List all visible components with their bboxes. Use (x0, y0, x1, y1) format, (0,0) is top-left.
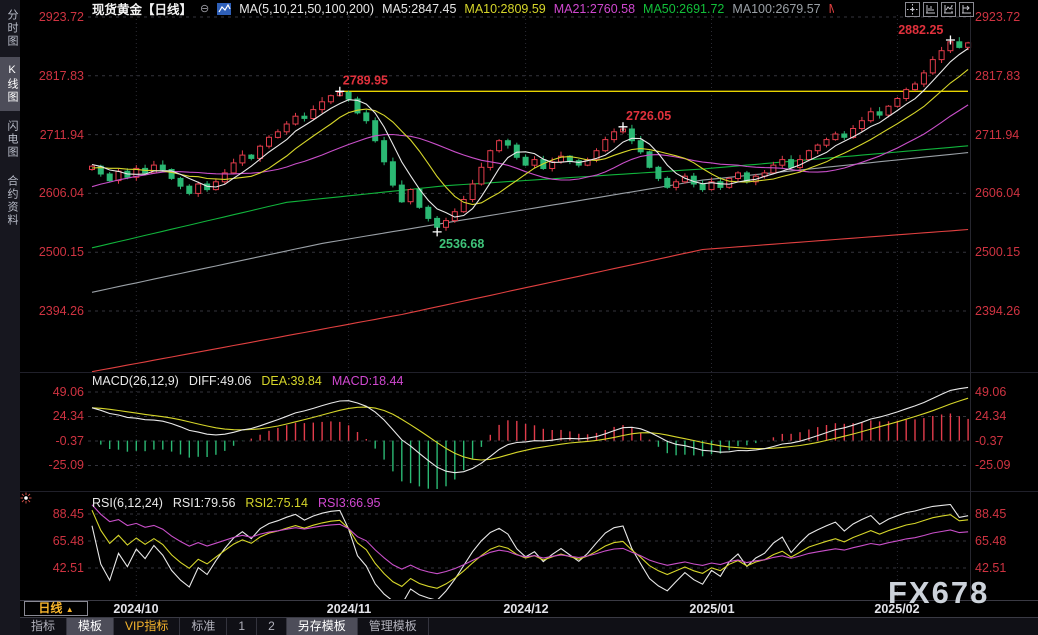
macd-tick-right: -25.09 (975, 458, 1010, 472)
ma-values: MA5:2847.45 MA10:2809.59 MA21:2760.58 MA50:… (382, 2, 834, 16)
ma-legend-value-4: MA50:2691.72 (643, 2, 724, 16)
divider (20, 372, 1038, 373)
macd-tick-left: 49.06 (22, 385, 84, 399)
sidebar-tab-2[interactable]: K线图 (0, 57, 20, 111)
macd-tick-left: -0.37 (22, 434, 84, 448)
price-tick-right: 2817.83 (975, 69, 1020, 83)
watermark: FX678 (888, 575, 989, 611)
toolbar-tab-8[interactable]: 管理模板 (358, 618, 429, 635)
price-tick-left: 2394.26 (22, 304, 84, 318)
chart-header: 现货黄金【日线】 ⊖ MA(5,10,21,50,100,200) MA5:28… (92, 1, 834, 16)
rsi-tick-right: 65.48 (975, 534, 1006, 548)
price-annotation: 2726.05 (626, 109, 671, 123)
price-tick-right: 2500.15 (975, 245, 1020, 259)
divider (20, 491, 1038, 492)
indicator-settings-icon[interactable] (20, 491, 32, 509)
rsi2-value: RSI2:75.14 (245, 496, 308, 510)
xaxis-month-label: 2025/01 (689, 602, 734, 616)
period-selector[interactable]: 日线 ▲ (24, 601, 88, 616)
ma-legend-value-6: MA (829, 2, 834, 16)
price-annotation: 2536.68 (439, 237, 484, 251)
price-tick-right: 2923.72 (975, 10, 1020, 24)
xaxis-month-label: 2024/12 (503, 602, 548, 616)
price-tick-left: 2817.83 (22, 69, 84, 83)
rsi1-value: RSI1:79.56 (173, 496, 236, 510)
axis-left-icon[interactable] (923, 2, 938, 17)
axis-both-icon[interactable] (941, 2, 956, 17)
xaxis-month-label: 2024/11 (327, 602, 372, 616)
pan-icon[interactable] (905, 2, 920, 17)
axis-divider (970, 15, 971, 599)
toolbar-tab-7[interactable]: 另存模板 (287, 618, 358, 635)
macd-tick-right: -0.37 (975, 434, 1004, 448)
rsi-tick-left: 88.45 (22, 507, 84, 521)
price-tick-left: 2923.72 (22, 10, 84, 24)
instrument-title: 现货黄金【日线】 (92, 1, 192, 16)
ma-legend-value-2: MA10:2809.59 (464, 2, 545, 16)
toolbar-tab-4[interactable]: 标准 (180, 618, 227, 635)
toolbar-tab-3[interactable]: VIP指标 (114, 618, 180, 635)
sidebar: 分时图K线图闪电图合约资料 (0, 0, 20, 635)
rsi-title: RSI(6,12,24) (92, 496, 163, 510)
ma-legend-value-5: MA100:2679.57 (732, 2, 820, 16)
macd-header: MACD(26,12,9) DIFF:49.06 DEA:39.84 MACD:… (92, 374, 403, 388)
ma-legend-value-1: MA5:2847.45 (382, 2, 456, 16)
toolbar-tab-2[interactable]: 模板 (67, 618, 114, 635)
price-tick-right: 2711.94 (975, 128, 1019, 142)
price-tick-left: 2500.15 (22, 245, 84, 259)
macd-tick-right: 24.34 (975, 409, 1006, 423)
period-label: 日线 (38, 601, 62, 615)
rsi3-value: RSI3:66.95 (318, 496, 381, 510)
ma-params-label: MA(5,10,21,50,100,200) (239, 2, 374, 16)
axis-right-icon[interactable] (959, 2, 974, 17)
xaxis-month-label: 2024/10 (113, 602, 158, 616)
sidebar-tab-1[interactable]: 分时图 (0, 2, 20, 55)
period-arrow-icon: ▲ (66, 605, 74, 614)
ma-legend-value-3: MA21:2760.58 (554, 2, 635, 16)
rsi-tick-left: 42.51 (22, 561, 84, 575)
price-annotation: 2789.95 (343, 73, 388, 87)
macd-value: MACD:18.44 (332, 374, 404, 388)
trading-app: 2789.95 2882.25 2726.05 2536.68 分时图K线图闪电图合约… (0, 0, 1038, 635)
rsi-tick-right: 42.51 (975, 561, 1006, 575)
rsi-tick-left: 65.48 (22, 534, 84, 548)
macd-title: MACD(26,12,9) (92, 374, 179, 388)
price-tick-right: 2606.04 (975, 186, 1020, 200)
macd-dea-value: DEA:39.84 (261, 374, 321, 388)
macd-tick-left: 24.34 (22, 409, 84, 423)
sidebar-tab-3[interactable]: 闪电图 (0, 113, 20, 166)
chart-toolbar-icons (905, 2, 974, 17)
toolbar-tab-6[interactable]: 2 (257, 618, 287, 635)
collapse-icon[interactable]: ⊖ (200, 2, 209, 15)
price-annotation: 2882.25 (898, 23, 943, 37)
chart-canvas[interactable]: 2789.95 2882.25 2726.05 2536.68 (0, 0, 1038, 635)
chart-type-icon[interactable] (217, 3, 231, 15)
macd-tick-right: 49.06 (975, 385, 1006, 399)
price-tick-left: 2711.94 (22, 128, 84, 142)
macd-diff-value: DIFF:49.06 (189, 374, 252, 388)
bottom-toolbar: 指标模板VIP指标标准12另存模板管理模板 (20, 617, 1038, 635)
toolbar-tab-1[interactable]: 指标 (20, 618, 67, 635)
price-tick-left: 2606.04 (22, 186, 84, 200)
toolbar-tab-5[interactable]: 1 (227, 618, 257, 635)
rsi-tick-right: 88.45 (975, 507, 1006, 521)
sidebar-tab-4[interactable]: 合约资料 (0, 168, 20, 234)
macd-tick-left: -25.09 (22, 458, 84, 472)
divider (20, 600, 1038, 601)
price-tick-right: 2394.26 (975, 304, 1020, 318)
rsi-header: RSI(6,12,24) RSI1:79.56 RSI2:75.14 RSI3:… (92, 496, 381, 510)
